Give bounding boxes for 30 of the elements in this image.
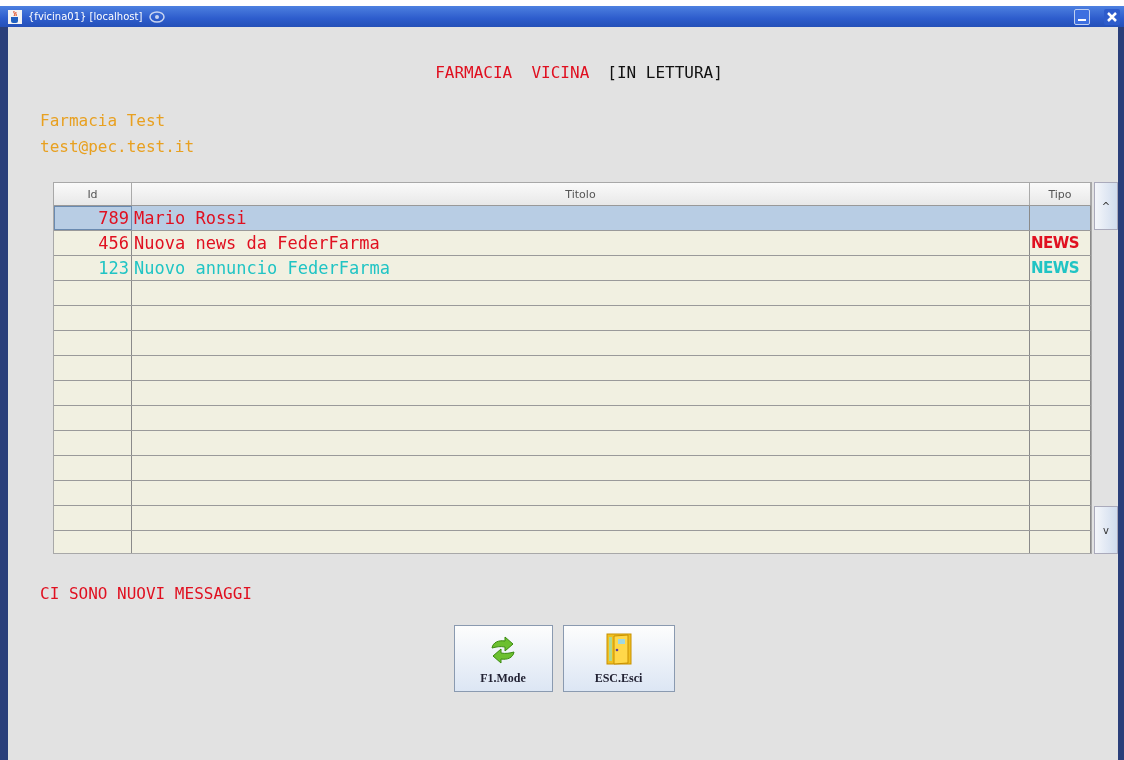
window-title: {fvicina01} [localhost] [28, 11, 143, 22]
mode-label: [IN LETTURA] [607, 63, 723, 82]
close-icon [1107, 11, 1117, 22]
swirl-icon [148, 9, 167, 24]
table-cell: 123 [54, 256, 132, 280]
door-icon [605, 633, 632, 665]
minimize-icon [1078, 19, 1086, 21]
table-cell: Nuovo annuncio FederFarma [132, 256, 1030, 280]
pharmacy-name: Farmacia Test [40, 110, 167, 132]
table-cell: Mario Rossi [132, 206, 1030, 230]
table-cell: 789 [54, 206, 132, 230]
table-cell: Nuova news da FederFarma [132, 231, 1030, 255]
pharmacy-email: test@pec.test.it [40, 136, 196, 158]
coffee-cup-icon [8, 9, 22, 24]
exit-button[interactable]: ESC.Esci [562, 625, 675, 692]
app-title: FARMACIA VICINA [435, 63, 590, 82]
column-header[interactable]: Id [54, 183, 132, 205]
table-cell: NEWS [1030, 231, 1091, 255]
mode-button[interactable]: F1.Mode [453, 625, 553, 692]
scroll-down-button[interactable]: v [1094, 506, 1118, 554]
column-header[interactable]: Titolo [132, 183, 1030, 205]
scroll-up-button[interactable]: ^ [1094, 182, 1118, 230]
table-cell: 456 [54, 231, 132, 255]
column-header[interactable]: Tipo [1030, 183, 1091, 205]
refresh-arrows-icon [488, 635, 518, 665]
table-cell: NEWS [1030, 256, 1091, 280]
minimize-button[interactable] [1074, 8, 1090, 25]
status-message: CI SONO NUOVI MESSAGGI [40, 584, 253, 603]
close-button[interactable] [1104, 8, 1120, 25]
table-row[interactable]: 456 Nuova news da FederFarma NEWS [54, 231, 1091, 256]
